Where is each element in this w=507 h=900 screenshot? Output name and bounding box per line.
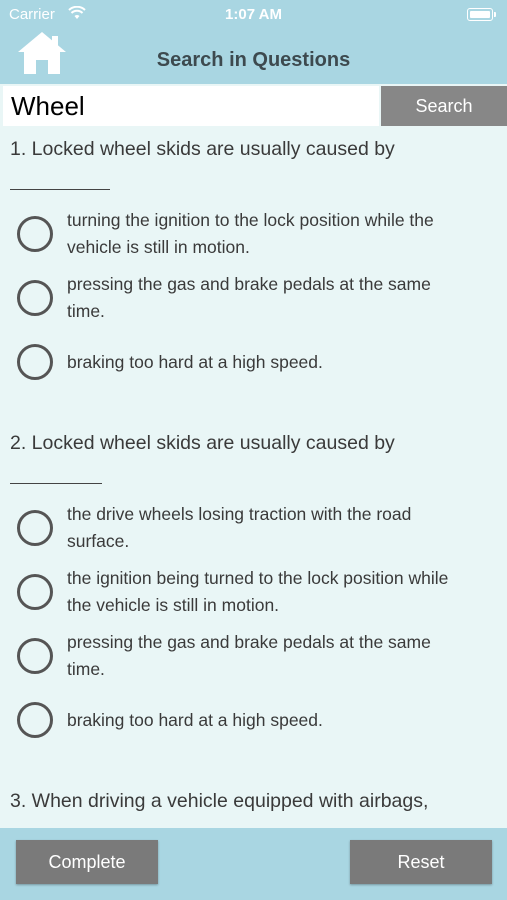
answer-option-text: the ignition being turned to the lock po… xyxy=(67,568,449,615)
radio-button-icon[interactable] xyxy=(17,216,53,252)
question-text: 2. Locked wheel skids are usually caused… xyxy=(10,432,395,454)
top-bar: Carrier 1:07 AM Search in Questions xyxy=(0,0,507,84)
question-item: 1. Locked wheel skids are usually caused… xyxy=(0,126,507,394)
question-text: 3. When driving a vehicle equipped with … xyxy=(10,790,429,812)
answer-option-text: the drive wheels losing traction with th… xyxy=(67,504,412,551)
answer-option-text: braking too hard at a high speed. xyxy=(67,709,323,730)
answer-option-text: turning the ignition to the lock positio… xyxy=(67,210,434,257)
reset-button[interactable]: Reset xyxy=(350,840,492,884)
answer-option[interactable]: pressing the gas and brake pedals at the… xyxy=(10,624,497,688)
answer-option-text: braking too hard at a high speed. xyxy=(67,351,323,372)
answer-option[interactable]: the drive wheels losing traction with th… xyxy=(10,496,497,560)
question-text: 1. Locked wheel skids are usually caused… xyxy=(10,138,395,160)
question-spacer xyxy=(0,394,507,420)
radio-button-icon[interactable] xyxy=(17,702,53,738)
question-list[interactable]: 1. Locked wheel skids are usually caused… xyxy=(0,126,507,828)
answer-option-text: pressing the gas and brake pedals at the… xyxy=(67,632,431,679)
answer-blank-line xyxy=(10,458,102,484)
search-button[interactable]: Search xyxy=(381,86,507,126)
answer-option[interactable]: turning the ignition to the lock positio… xyxy=(10,202,497,266)
answer-option[interactable]: braking too hard at a high speed. xyxy=(10,688,497,752)
question-spacer xyxy=(0,752,507,778)
search-input[interactable] xyxy=(3,86,379,126)
radio-button-icon[interactable] xyxy=(17,344,53,380)
radio-button-icon[interactable] xyxy=(17,638,53,674)
complete-button[interactable]: Complete xyxy=(16,840,158,884)
answer-option[interactable]: braking too hard at a high speed. xyxy=(10,330,497,394)
radio-button-icon[interactable] xyxy=(17,280,53,316)
radio-button-icon[interactable] xyxy=(17,574,53,610)
answer-option-text: pressing the gas and brake pedals at the… xyxy=(67,274,431,321)
question-item: 3. When driving a vehicle equipped with … xyxy=(0,778,507,816)
bottom-bar: Complete Reset xyxy=(0,828,507,900)
page-title: Search in Questions xyxy=(156,49,351,71)
answer-option[interactable]: the ignition being turned to the lock po… xyxy=(10,560,497,624)
clock-time: 1:07 AM xyxy=(225,6,282,23)
battery-icon xyxy=(467,8,496,21)
answer-option[interactable]: pressing the gas and brake pedals at the… xyxy=(10,266,497,330)
question-item: 2. Locked wheel skids are usually caused… xyxy=(0,420,507,752)
answer-blank-line xyxy=(10,164,110,190)
status-bar: Carrier 1:07 AM xyxy=(0,0,507,30)
radio-button-icon[interactable] xyxy=(17,510,53,546)
